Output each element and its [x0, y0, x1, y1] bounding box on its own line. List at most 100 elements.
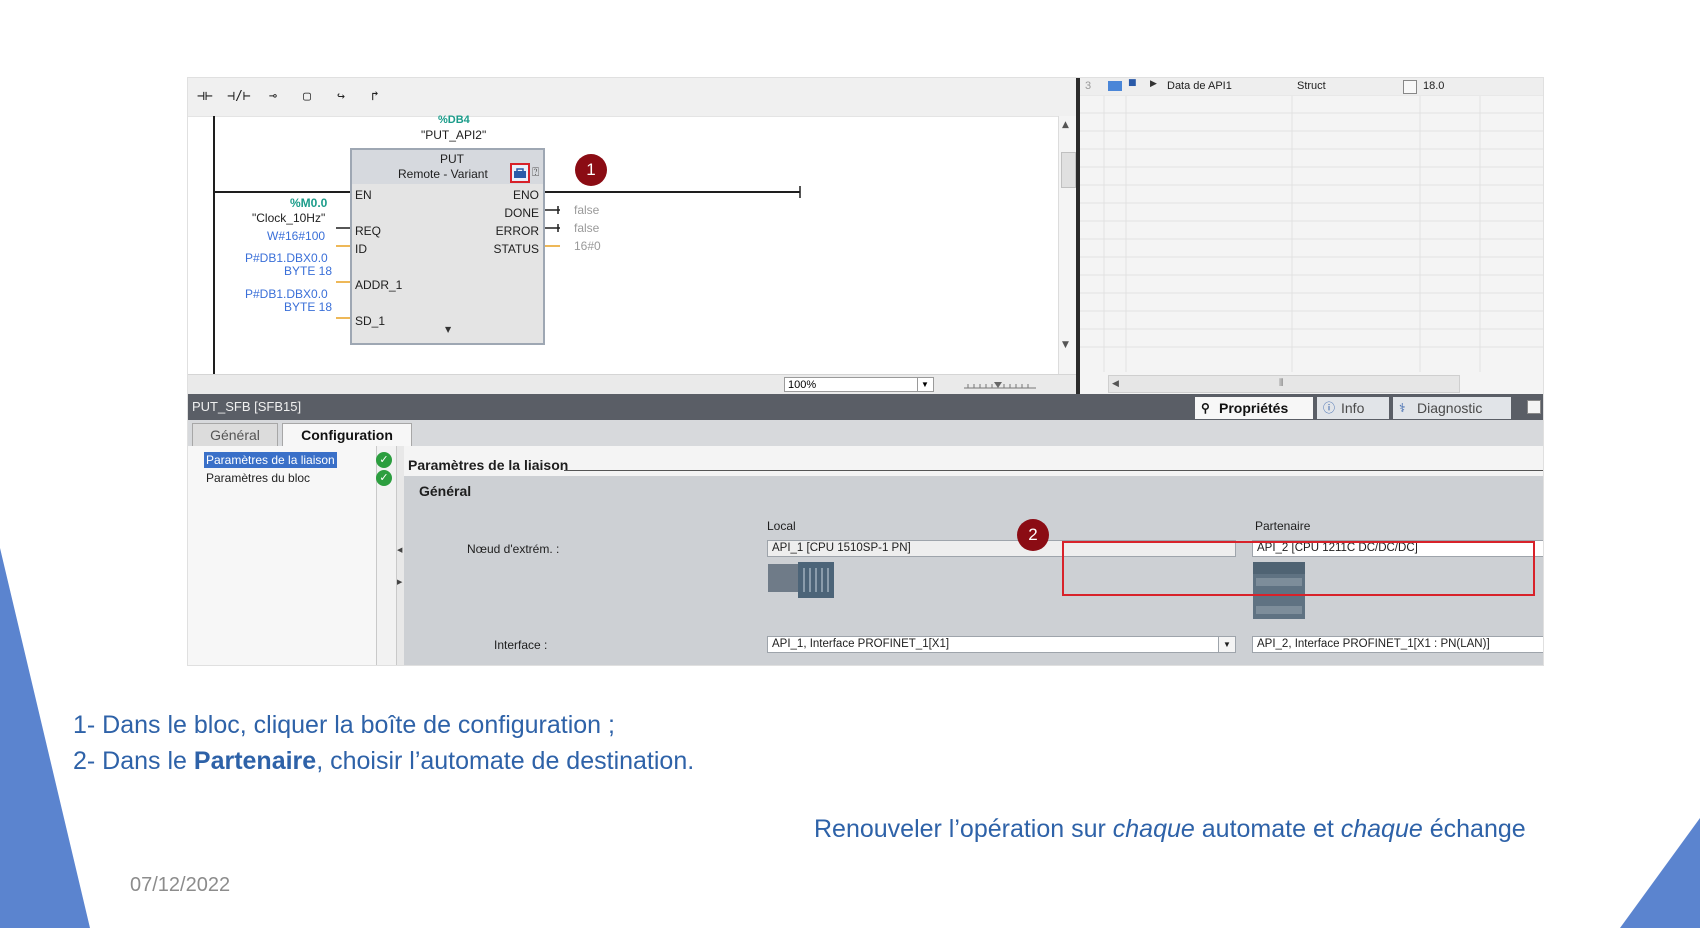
row-offset: 18.0	[1423, 80, 1445, 92]
partner-interface-value: API_2, Interface PROFINET_1[X1 : PN(LAN)…	[1257, 638, 1490, 650]
repeat-note-emphasis: chaque	[1340, 815, 1423, 843]
inspector-titlebar: PUT_SFB [SFB15] ⚲ Propriétés ⓘ Info ⚕ Di…	[188, 394, 1543, 420]
data-grid	[1080, 96, 1543, 372]
empty-box-icon[interactable]: ▢	[292, 84, 322, 110]
diagnostic-icon: ⚕	[1399, 401, 1406, 415]
pin-addr1: ADDR_1	[355, 278, 403, 292]
tab-info-label: Info	[1341, 400, 1365, 416]
close-branch-icon[interactable]: ↱	[360, 84, 390, 110]
done-value: false	[574, 203, 600, 217]
partner-highlight-box	[1062, 541, 1535, 596]
ladder-toolbar: ⊣⊢ ⊣/⊢ ⊸ ▢ ↪ ↱	[188, 78, 1076, 117]
tia-portal-screenshot: ⊣⊢ ⊣/⊢ ⊸ ▢ ↪ ↱ %DB4 "PUT_API2" PUT Remot…	[187, 77, 1544, 666]
local-cpu-image	[768, 562, 834, 598]
partner-label: Partenaire	[1255, 519, 1311, 533]
row-number: 3	[1085, 80, 1092, 92]
data-row[interactable]: 3 ■ ▶ Data de API1 Struct 18.0	[1080, 78, 1543, 96]
partner-interface-select[interactable]: API_2, Interface PROFINET_1[X1 : PN(LAN)…	[1252, 636, 1543, 653]
zoom-slider[interactable]	[964, 380, 1036, 390]
step-badge-1: 1	[575, 154, 607, 186]
config-navigation: Paramètres de la liaison Paramètres du b…	[188, 446, 377, 665]
tab-diagnostic-label: Diagnostic	[1417, 400, 1483, 416]
interface-label: Interface :	[494, 638, 548, 652]
sd1-length: BYTE 18	[284, 300, 333, 314]
open-branch-icon[interactable]: ↪	[326, 84, 356, 110]
nav-connection-parameters[interactable]: Paramètres de la liaison	[204, 452, 337, 468]
zoom-value: 100%	[788, 379, 817, 391]
block-subtitle: Remote - Variant	[398, 167, 488, 181]
instruction-2-suffix: , choisir l’automate de destination.	[316, 747, 695, 775]
instruction-line-2: 2- Dans le Partenaire, choisir l’automat…	[73, 747, 694, 776]
scroll-up-icon[interactable]: ▲	[1062, 120, 1069, 130]
pin-sd1: SD_1	[355, 314, 386, 328]
db-address: %DB4	[438, 114, 470, 126]
scroll-thumb[interactable]	[1061, 152, 1076, 188]
pin-en: EN	[355, 188, 372, 202]
req-symbol: "Clock_10Hz"	[252, 211, 326, 225]
block-title: PUT_SFB [SFB15]	[192, 399, 302, 414]
tab-configuration[interactable]: Configuration	[282, 423, 412, 446]
repeat-note-part: Renouveler l’opération sur	[814, 815, 1113, 843]
tab-properties-label: Propriétés	[1219, 400, 1289, 416]
row-name: Data de API1	[1167, 80, 1232, 92]
chevron-down-icon[interactable]: ▼	[1218, 637, 1235, 652]
expand-arrow-icon[interactable]: ▼	[445, 325, 451, 334]
inspector-tabs: Général Configuration	[188, 420, 1543, 446]
row-type: Struct	[1297, 80, 1326, 92]
instruction-2-prefix: 2- Dans le	[73, 747, 194, 775]
local-label: Local	[767, 519, 796, 533]
vertical-scrollbar[interactable]: ▲ ▼	[1058, 116, 1077, 393]
id-value: W#16#100	[267, 229, 326, 243]
expand-row-icon[interactable]: ▶	[1150, 79, 1157, 89]
tab-properties[interactable]: ⚲ Propriétés	[1195, 397, 1313, 419]
pin-req: REQ	[355, 224, 382, 238]
tab-info[interactable]: ⓘ Info	[1317, 397, 1389, 419]
scroll-left-icon[interactable]: ◀	[1112, 376, 1119, 392]
slide-date: 07/12/2022	[130, 874, 231, 896]
zoom-bar: 100% ▼	[188, 374, 1076, 394]
member-icon: ■	[1128, 78, 1137, 88]
toolbox-icon	[514, 168, 526, 178]
chevron-down-icon: ▼	[917, 378, 932, 391]
instruction-line-1: 1- Dans le bloc, cliquer la boîte de con…	[73, 711, 615, 739]
local-interface-select[interactable]: API_1, Interface PROFINET_1[X1] ▼	[767, 636, 1236, 653]
db-row-icon	[1108, 81, 1122, 91]
instruction-2-bold: Partenaire	[193, 747, 317, 775]
step-badge-2: 2	[1017, 519, 1049, 551]
horizontal-scrollbar[interactable]: ◀ ⦀	[1108, 375, 1460, 393]
req-address: %M0.0	[290, 196, 328, 210]
pin-eno: ENO	[512, 188, 539, 202]
repeat-note-emphasis: chaque	[1112, 815, 1195, 843]
error-value: false	[574, 221, 600, 235]
coil-icon[interactable]: ⊸	[258, 84, 288, 110]
restore-icon[interactable]	[1527, 400, 1541, 414]
pin-status: STATUS	[493, 242, 539, 256]
nc-contact-icon[interactable]: ⊣/⊢	[224, 84, 254, 110]
ladder-wiring	[213, 116, 801, 374]
zoom-select[interactable]: 100% ▼	[784, 377, 934, 392]
tab-diagnostic[interactable]: ⚕ Diagnostic	[1393, 397, 1511, 419]
check-icon: ✓	[376, 452, 392, 468]
help-icon[interactable]: ⍰	[532, 165, 544, 181]
node-label: Nœud d'extrém. :	[467, 542, 560, 556]
expand-right-icon[interactable]: ▶	[397, 578, 402, 586]
block-name: PUT	[440, 152, 464, 166]
pin-done: DONE	[504, 206, 539, 220]
scroll-down-icon[interactable]: ▼	[1062, 340, 1069, 350]
local-node-value: API_1 [CPU 1510SP-1 PN]	[772, 542, 911, 554]
section-rule	[564, 470, 1543, 471]
check-icon: ✓	[376, 470, 392, 486]
tab-general[interactable]: Général	[192, 423, 278, 446]
properties-icon: ⚲	[1201, 401, 1210, 415]
type-picker-icon[interactable]	[1403, 80, 1417, 94]
configuration-button[interactable]	[510, 163, 530, 183]
status-value: 16#0	[574, 239, 601, 253]
ladder-editor: ⊣⊢ ⊣/⊢ ⊸ ▢ ↪ ↱ %DB4 "PUT_API2" PUT Remot…	[188, 78, 1077, 394]
repeat-note-part: échange	[1422, 815, 1526, 843]
put-function-block[interactable]: PUT Remote - Variant ⍰ EN REQ ID ADDR_1 …	[350, 148, 545, 345]
collapse-left-icon[interactable]: ◀	[397, 546, 402, 554]
pin-error: ERROR	[495, 224, 539, 238]
nav-block-parameters[interactable]: Paramètres du bloc	[204, 470, 312, 486]
no-contact-icon[interactable]: ⊣⊢	[190, 84, 220, 110]
section-title: Paramètres de la liaison	[408, 457, 569, 473]
